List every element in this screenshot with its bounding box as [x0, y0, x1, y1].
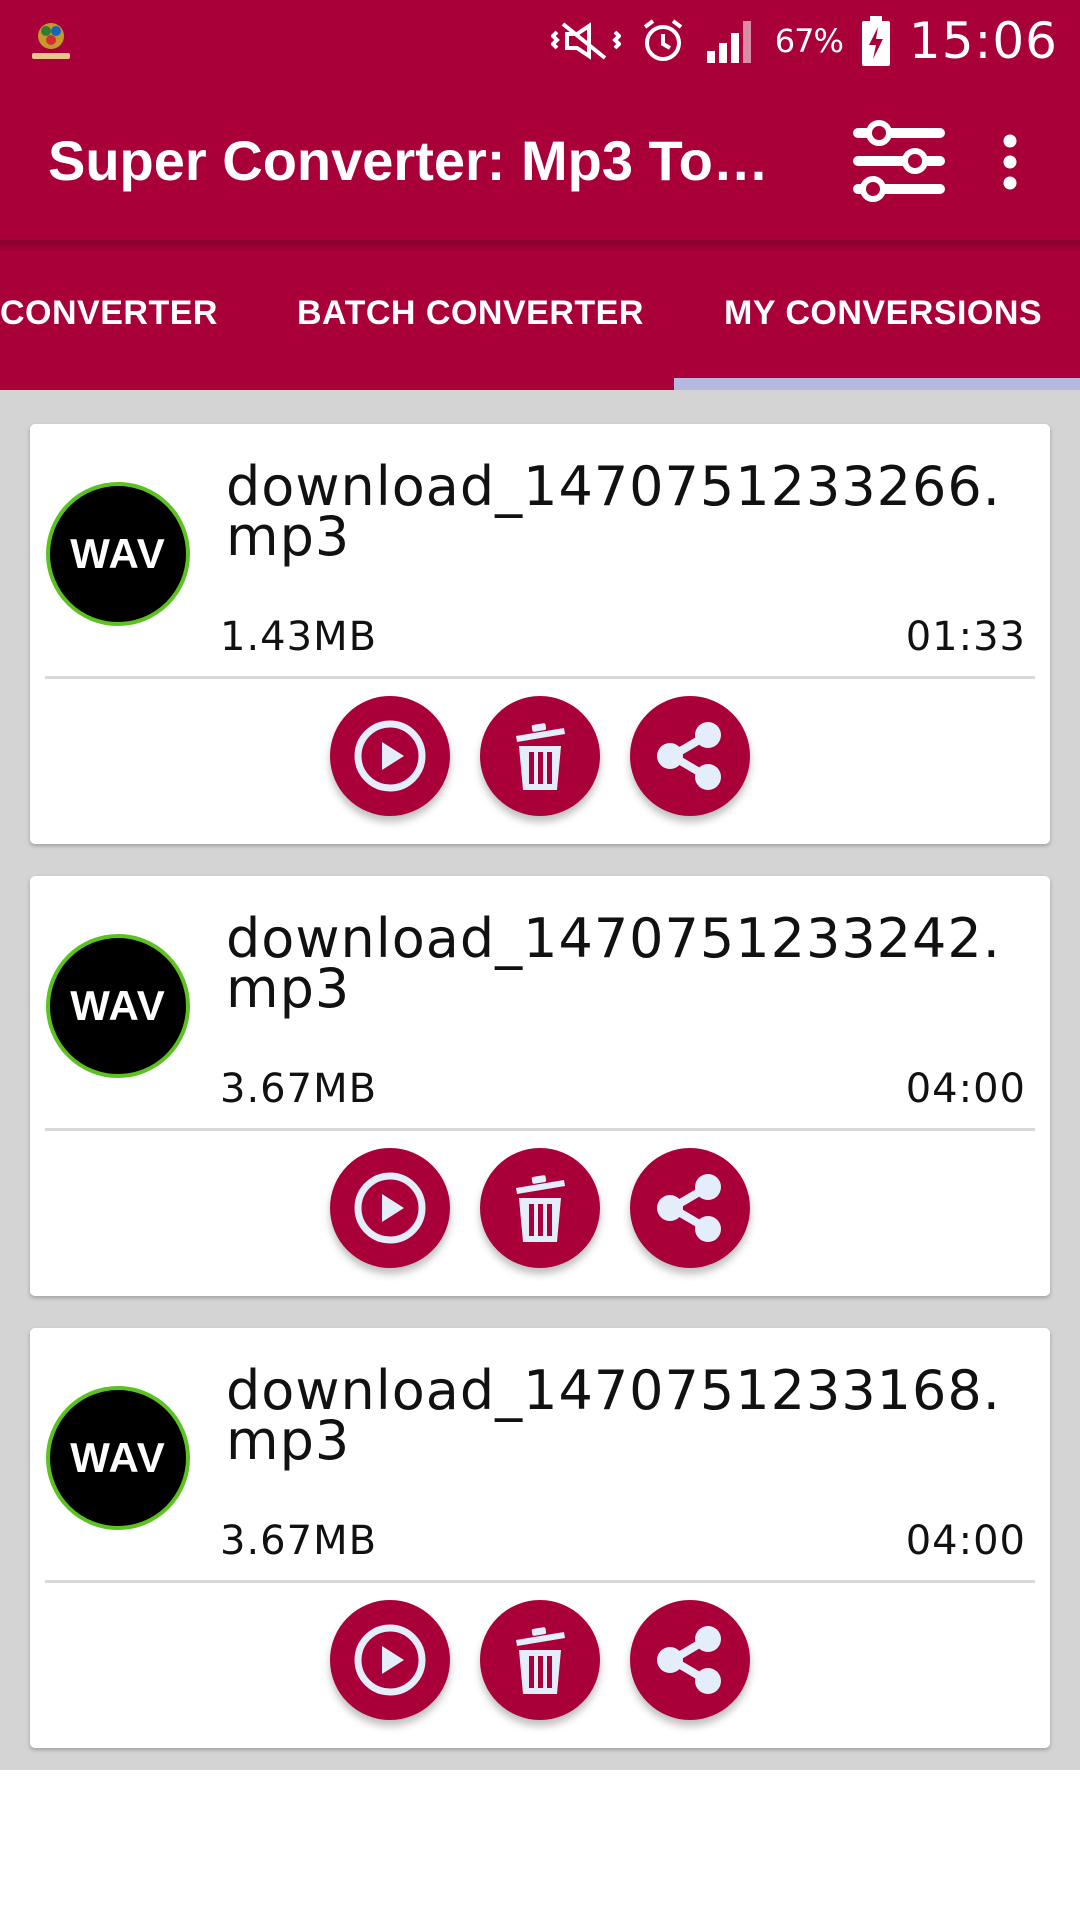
- battery-charging-icon: [861, 15, 891, 67]
- wav-badge: WAV: [46, 1386, 190, 1530]
- file-name: download_1470751233266.mp3: [226, 455, 1001, 568]
- share-icon: [652, 1622, 728, 1698]
- settings-button[interactable]: [846, 112, 952, 212]
- file-duration: 01:33: [905, 614, 1026, 660]
- delete-button[interactable]: [480, 1600, 600, 1720]
- card-divider: [45, 1580, 1035, 1583]
- share-button[interactable]: [630, 696, 750, 816]
- play-icon: [352, 718, 428, 794]
- conversion-card: WAV download_1470751233242.mp3 3.67MB 04…: [30, 876, 1050, 1296]
- card-actions: [330, 696, 750, 820]
- tab-my-conversions[interactable]: MY CONVERSIONS: [724, 294, 1042, 333]
- play-icon: [352, 1170, 428, 1246]
- card-actions: [330, 1600, 750, 1724]
- status-clock: 15:06: [908, 12, 1058, 70]
- card-divider: [45, 676, 1035, 679]
- play-button[interactable]: [330, 1148, 450, 1268]
- delete-button[interactable]: [480, 1148, 600, 1268]
- more-vert-icon: [1000, 134, 1020, 190]
- card-actions: [330, 1148, 750, 1272]
- share-icon: [652, 718, 728, 794]
- trash-icon: [510, 1622, 570, 1698]
- conversion-card: WAV download_1470751233168.mp3 3.67MB 04…: [30, 1328, 1050, 1748]
- file-size: 3.67MB: [220, 1066, 378, 1112]
- share-icon: [652, 1170, 728, 1246]
- file-size: 3.67MB: [220, 1518, 378, 1564]
- file-duration: 04:00: [905, 1518, 1026, 1564]
- share-button[interactable]: [630, 1600, 750, 1720]
- file-name: download_1470751233242.mp3: [226, 907, 1001, 1020]
- card-divider: [45, 1128, 1035, 1131]
- file-size: 1.43MB: [220, 614, 378, 660]
- toolbar: Super Converter: Mp3 To…: [0, 82, 1080, 242]
- conversion-card: WAV download_1470751233266.mp3 1.43MB 01…: [30, 424, 1050, 844]
- play-button[interactable]: [330, 696, 450, 816]
- tab-converter[interactable]: CONVERTER: [0, 294, 218, 333]
- app-bar: 67% 15:06 Super Converter: Mp3 To… CONVE…: [0, 0, 1080, 390]
- settings-sliders-icon: [849, 114, 949, 210]
- play-button[interactable]: [330, 1600, 450, 1720]
- file-name: download_1470751233168.mp3: [226, 1359, 1001, 1472]
- status-icons: 67% 15:06: [550, 8, 1058, 74]
- delete-button[interactable]: [480, 696, 600, 816]
- app-title: Super Converter: Mp3 To…: [48, 129, 768, 192]
- status-bar: 67% 15:06: [0, 0, 1080, 82]
- toolbar-shadow: [0, 240, 1080, 252]
- conversions-list[interactable]: WAV download_1470751233266.mp3 1.43MB 01…: [0, 390, 1080, 1770]
- tab-bar: CONVERTER BATCH CONVERTER MY CONVERSIONS: [0, 252, 1080, 390]
- trash-icon: [510, 1170, 570, 1246]
- wav-badge: WAV: [46, 482, 190, 626]
- app-logo-icon: [26, 16, 76, 64]
- share-button[interactable]: [630, 1148, 750, 1268]
- vibrate-mute-icon: [550, 18, 621, 64]
- play-icon: [352, 1622, 428, 1698]
- file-duration: 04:00: [905, 1066, 1026, 1112]
- alarm-icon: [639, 17, 687, 65]
- wav-badge: WAV: [46, 934, 190, 1078]
- tab-batch-converter[interactable]: BATCH CONVERTER: [297, 294, 644, 333]
- overflow-menu-button[interactable]: [980, 112, 1040, 212]
- signal-icon: [705, 17, 757, 65]
- trash-icon: [510, 718, 570, 794]
- tab-indicator: [674, 378, 1080, 390]
- battery-percent: 67%: [774, 22, 844, 60]
